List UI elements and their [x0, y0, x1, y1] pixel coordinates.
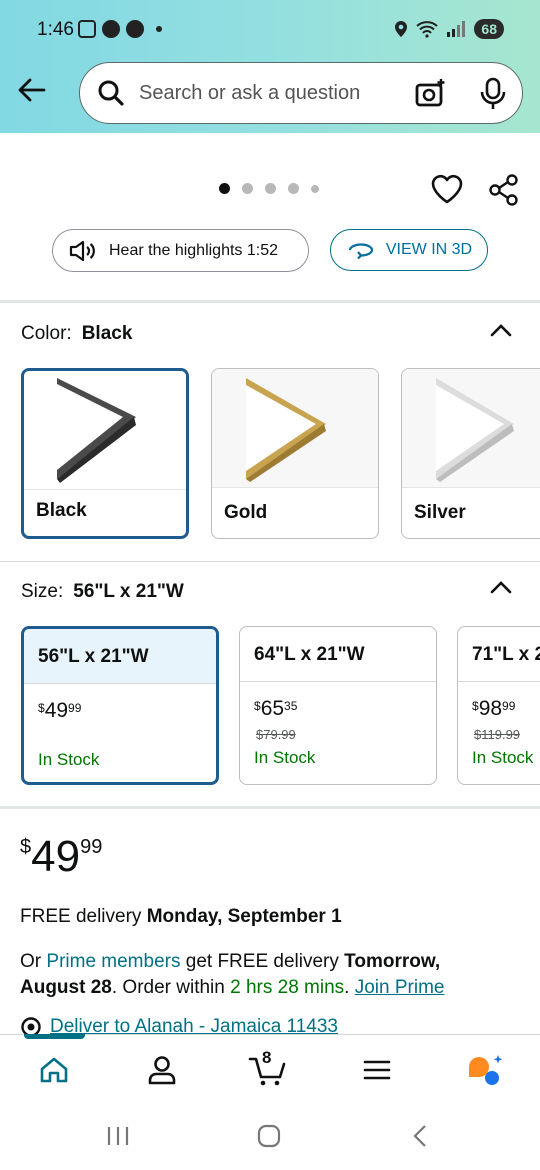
size-option-header: 64"L x 21"W — [240, 627, 436, 682]
deliver-to-label: Deliver to Alanah - Jamaica 11433 — [50, 1016, 338, 1034]
order-countdown: 2 hrs 28 mins — [230, 977, 345, 998]
color-option-label: Silver — [414, 502, 466, 523]
size-option-list-price: $119.99 — [474, 727, 521, 742]
image-pager[interactable] — [219, 183, 319, 194]
color-option-gold[interactable]: Gold — [211, 368, 379, 539]
swatch-divider — [402, 487, 540, 488]
status-time: 1:46 — [37, 19, 74, 40]
size-option-stock: In Stock — [472, 748, 534, 767]
section-divider — [0, 561, 540, 562]
join-prime-link[interactable]: Join Prime — [355, 977, 445, 998]
color-selected-value: Black — [81, 323, 133, 344]
size-option-header: 56"L x 21"W — [24, 629, 216, 684]
color-label: Color: — [21, 323, 72, 344]
section-divider — [0, 300, 540, 303]
share-icon[interactable] — [487, 173, 521, 207]
pager-dot[interactable] — [288, 183, 299, 194]
size-option-price: $6535 — [254, 697, 298, 720]
link-notification-icon — [126, 20, 144, 38]
nav-home[interactable] — [34, 1050, 74, 1090]
size-option-dims: 64"L x 21"W — [254, 644, 365, 665]
section-divider — [0, 806, 540, 809]
active-tab-indicator — [24, 1034, 85, 1039]
size-option-list-price: $79.99 — [256, 727, 296, 742]
prime-delivery-line: Or Prime members get FREE delivery Tomor… — [20, 951, 445, 998]
location-icon — [395, 21, 408, 37]
person-icon — [148, 1056, 176, 1085]
nav-rufus[interactable] — [465, 1050, 505, 1090]
view-in-3d-button[interactable]: VIEW IN 3D — [330, 229, 488, 271]
battery-indicator: 68 — [474, 19, 504, 39]
swatch-divider — [212, 487, 378, 488]
size-option-56x21[interactable]: 56"L x 21"W $4999 In Stock — [21, 626, 219, 785]
home-icon — [40, 1057, 68, 1083]
back-arrow-icon[interactable] — [16, 74, 48, 106]
chevron-up-icon[interactable] — [490, 323, 512, 337]
size-option-stock: In Stock — [254, 748, 316, 767]
chevron-up-icon[interactable] — [490, 580, 512, 594]
size-option-71x21[interactable]: 71"L x 2 $9899 $119.99 In Stock — [457, 626, 540, 785]
deliver-to-location[interactable]: Deliver to Alanah - Jamaica 11433 — [20, 1016, 338, 1034]
cart-count-badge: 8 — [262, 1048, 272, 1067]
microphone-icon[interactable] — [479, 77, 507, 111]
search-bar[interactable]: Search or ask a question — [79, 62, 523, 124]
pager-dot[interactable] — [242, 183, 253, 194]
rotate-3d-icon — [348, 243, 373, 259]
free-delivery-line: FREE delivery Monday, September 1 — [20, 906, 342, 927]
swatch-divider — [24, 489, 186, 490]
color-heading: Color: Black — [21, 323, 132, 345]
search-icon — [98, 80, 124, 106]
size-heading: Size: 56"L x 21"W — [21, 581, 184, 603]
size-selected-value: 56"L x 21"W — [73, 581, 184, 602]
view-in-3d-label: VIEW IN 3D — [385, 241, 473, 258]
size-option-price: $9899 — [472, 697, 516, 720]
pager-dot[interactable] — [311, 184, 319, 193]
hear-highlights-label: Hear the highlights 1:52 — [109, 241, 278, 259]
recent-apps-icon[interactable] — [105, 1124, 131, 1148]
rufus-assistant-icon — [469, 1055, 503, 1085]
status-bar: 1:46 68 — [0, 0, 540, 60]
back-button-icon[interactable] — [410, 1124, 430, 1148]
menu-icon — [363, 1060, 391, 1080]
status-right: 68 — [394, 19, 504, 39]
wifi-icon — [416, 21, 439, 38]
size-option-dims: 56"L x 21"W — [38, 646, 149, 667]
black-frame-thumbnail — [24, 371, 186, 489]
heart-icon[interactable] — [430, 173, 464, 205]
size-label: Size: — [21, 581, 64, 602]
pager-dot[interactable] — [219, 183, 230, 194]
silver-frame-thumbnail — [402, 369, 540, 487]
gold-frame-thumbnail — [212, 369, 378, 487]
speaker-icon — [69, 240, 95, 261]
screenshot-icon — [78, 20, 96, 38]
size-option-dims: 71"L x 2 — [472, 644, 540, 665]
nav-menu[interactable] — [357, 1050, 397, 1090]
size-option-stock: In Stock — [38, 750, 100, 769]
location-pin-icon — [21, 1017, 41, 1034]
signal-icon — [447, 21, 466, 37]
pager-dot[interactable] — [265, 183, 276, 194]
size-option-header: 71"L x 2 — [458, 627, 540, 682]
hear-highlights-button[interactable]: Hear the highlights 1:52 — [52, 229, 309, 272]
color-option-silver[interactable]: Silver — [401, 368, 540, 539]
notification-icons — [78, 20, 162, 38]
prime-members-link[interactable]: Prime members — [46, 951, 180, 972]
size-option-price: $4999 — [38, 699, 82, 722]
camera-search-icon[interactable] — [414, 77, 448, 111]
color-option-black[interactable]: Black — [21, 368, 189, 539]
search-placeholder: Search or ask a question — [139, 82, 361, 104]
color-option-label: Gold — [224, 502, 268, 523]
app-notification-icon — [102, 20, 120, 38]
free-delivery-date: Monday, September 1 — [146, 906, 342, 927]
size-option-64x21[interactable]: 64"L x 21"W $6535 $79.99 In Stock — [239, 626, 437, 785]
nav-account[interactable] — [142, 1050, 182, 1090]
product-price: $4999 — [20, 832, 103, 881]
home-button-icon[interactable] — [256, 1124, 282, 1148]
more-notifications-dot — [156, 26, 162, 32]
color-option-label: Black — [36, 500, 87, 521]
